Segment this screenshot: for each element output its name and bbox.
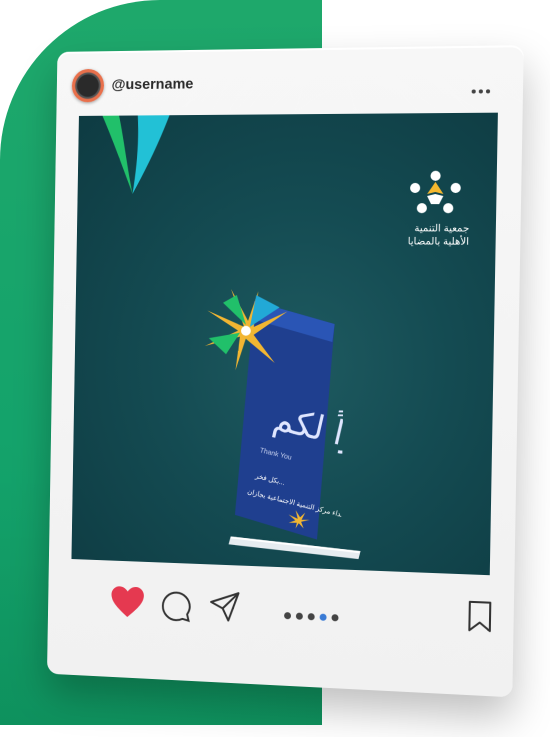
heart-icon[interactable] — [110, 585, 145, 620]
carousel-dot[interactable] — [331, 614, 339, 622]
org-name-line2: الأهلية بالمضايا — [407, 236, 470, 248]
carousel-dot[interactable] — [284, 612, 292, 620]
carousel-dot[interactable] — [295, 612, 303, 620]
post-actions — [47, 577, 514, 667]
username[interactable]: @username — [111, 76, 193, 94]
more-dot — [478, 89, 483, 94]
post-image[interactable]: جمعية التنمية الأهلية بالمضايا شكراً لكم… — [71, 112, 498, 576]
comment-icon[interactable] — [160, 589, 193, 624]
carousel-dot[interactable] — [307, 613, 315, 621]
post-card: @username جمعية التنمية الأهلية بالمضايا… — [46, 45, 524, 698]
bookmark-icon[interactable] — [466, 600, 493, 634]
more-icon[interactable] — [471, 80, 495, 94]
post-frame-wrap: @username جمعية التنمية الأهلية بالمضايا… — [7, 0, 550, 737]
post-header: @username — [66, 53, 513, 108]
brand-swoosh — [100, 113, 171, 194]
send-icon[interactable] — [208, 589, 242, 624]
avatar[interactable] — [71, 68, 105, 103]
organization-logo — [410, 170, 461, 214]
trophy-base — [228, 536, 361, 560]
carousel-indicator — [284, 606, 363, 622]
org-name-line1: جمعية التنمية — [414, 223, 470, 235]
more-dot — [471, 89, 476, 94]
organization-name: جمعية التنمية الأهلية بالمضايا — [396, 222, 470, 249]
more-dot — [485, 89, 491, 94]
carousel-dot-active[interactable] — [319, 613, 327, 621]
trophy: شكراً لكم Thank You بكل فخر... إهداء مرك… — [204, 288, 345, 541]
